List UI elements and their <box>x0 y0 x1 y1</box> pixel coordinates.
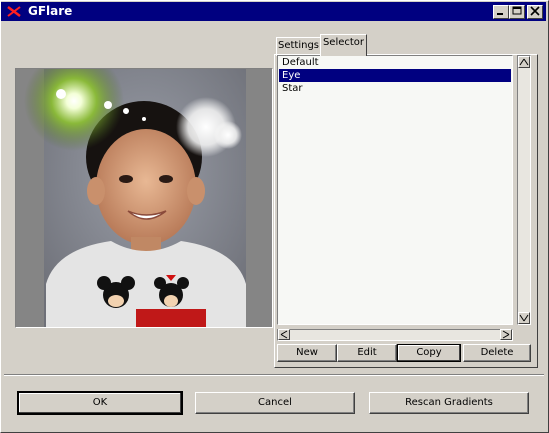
tab-selector[interactable]: Selector <box>320 34 367 56</box>
horizontal-scrollbar[interactable] <box>277 329 513 341</box>
title-bar[interactable]: GFlare <box>1 2 546 21</box>
window-title: GFlare <box>28 4 73 18</box>
maximize-icon <box>512 6 522 15</box>
maximize-button[interactable] <box>509 5 525 19</box>
preview-image <box>15 68 273 328</box>
list-item-default[interactable]: Default <box>279 56 511 69</box>
list-item-eye[interactable]: Eye <box>279 69 511 82</box>
gradient-list[interactable]: Default Eye Star <box>277 55 513 325</box>
scroll-left-button[interactable] <box>278 329 290 340</box>
scroll-down-button[interactable] <box>518 312 530 324</box>
arrow-left-icon <box>280 330 288 339</box>
rescan-gradients-button[interactable]: Rescan Gradients <box>369 392 529 414</box>
scroll-right-button[interactable] <box>500 329 512 340</box>
minimize-button[interactable] <box>493 5 509 19</box>
delete-button[interactable]: Delete <box>463 344 531 362</box>
preview-photo <box>16 69 272 327</box>
close-button[interactable] <box>527 5 543 19</box>
scroll-up-button[interactable] <box>518 56 530 68</box>
copy-button[interactable]: Copy <box>397 344 461 362</box>
cancel-button[interactable]: Cancel <box>195 392 355 414</box>
app-icon <box>7 6 21 17</box>
minimize-icon <box>497 13 503 15</box>
arrow-down-icon <box>519 314 529 322</box>
new-button[interactable]: New <box>277 344 337 362</box>
edit-button[interactable]: Edit <box>337 344 397 362</box>
close-icon <box>530 6 540 16</box>
list-item-star[interactable]: Star <box>279 82 511 95</box>
arrow-right-icon <box>502 330 510 339</box>
arrow-up-icon <box>519 58 529 66</box>
divider <box>4 374 544 376</box>
ok-button[interactable]: OK <box>17 391 183 415</box>
vertical-scrollbar[interactable] <box>517 55 531 325</box>
